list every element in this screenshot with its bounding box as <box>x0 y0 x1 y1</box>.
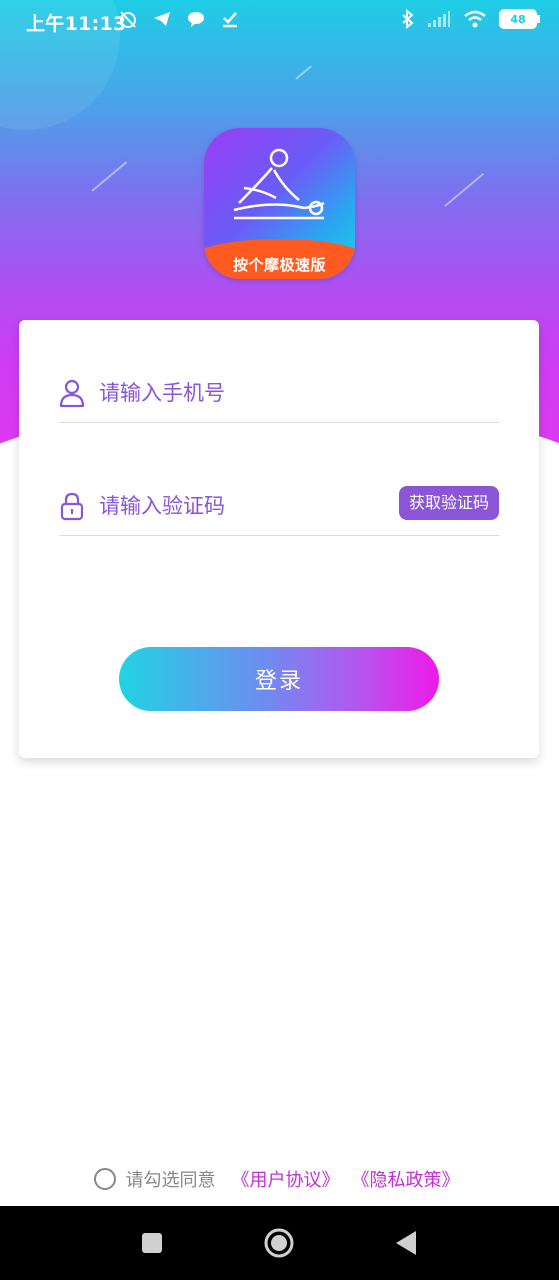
battery-level: 48 <box>510 12 526 26</box>
alarm-off-icon <box>120 11 136 28</box>
agree-radio[interactable] <box>93 1168 116 1190</box>
decorative-streak <box>444 173 484 207</box>
agreement-row: 请勾选同意 《用户协议》 《隐私政策》 <box>0 1162 559 1196</box>
get-code-button[interactable]: 获取验证码 <box>398 486 499 520</box>
app-logo: 按个摩极速版 <box>204 128 355 279</box>
status-bar: 上午11:13 48 <box>0 0 559 44</box>
phone-input[interactable] <box>97 374 391 412</box>
signal-icon <box>428 11 450 27</box>
home-button[interactable] <box>244 1206 314 1280</box>
login-card: 获取验证码 登录 <box>19 320 539 758</box>
home-circle-icon <box>264 1228 294 1258</box>
decorative-streak <box>91 161 128 192</box>
user-icon <box>59 379 85 408</box>
lock-icon <box>60 492 84 521</box>
recents-button[interactable] <box>117 1206 187 1280</box>
bluetooth-icon <box>402 9 414 29</box>
status-notification-icons <box>118 9 240 29</box>
code-input[interactable] <box>97 487 391 525</box>
back-triangle-icon <box>396 1231 416 1255</box>
agree-text: 请勾选同意 <box>125 1170 216 1191</box>
download-done-icon <box>223 12 237 28</box>
status-time: 上午11:13 <box>26 13 127 35</box>
logo-name-band: 按个摩极速版 <box>204 239 355 279</box>
decorative-streak <box>295 65 312 80</box>
massage-figure-icon <box>233 148 325 220</box>
back-button[interactable] <box>371 1206 441 1280</box>
code-field: 获取验证码 <box>59 475 499 536</box>
login-button[interactable]: 登录 <box>119 647 439 711</box>
user-agreement-link[interactable]: 《用户协议》 <box>232 1166 340 1192</box>
navigation-bar <box>0 1206 559 1280</box>
logo-app-name: 按个摩极速版 <box>232 255 326 274</box>
chat-icon <box>188 12 204 27</box>
wifi-icon <box>464 10 486 28</box>
telegram-icon <box>154 12 170 26</box>
status-system-icons: 48 <box>401 9 540 29</box>
phone-field <box>59 362 499 423</box>
square-icon <box>142 1233 162 1253</box>
battery-icon: 48 <box>499 9 540 29</box>
privacy-policy-link[interactable]: 《隐私政策》 <box>352 1166 460 1192</box>
